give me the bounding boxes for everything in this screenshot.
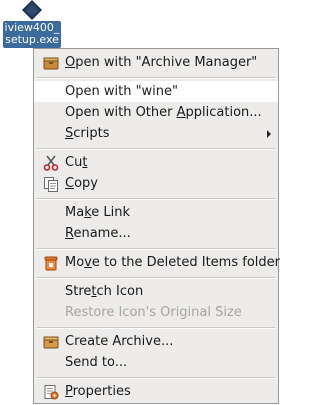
menu-item-label: Cut	[65, 155, 88, 170]
menu-item-rename[interactable]: Rename...	[34, 223, 278, 244]
menu-item-label: Stretch Icon	[65, 284, 144, 299]
menu-item-properties[interactable]: Properties	[34, 381, 278, 402]
menu-item-label: Move to the Deleted Items folder	[65, 255, 280, 270]
menu-item-move-to-deleted[interactable]: Move to the Deleted Items folder	[34, 252, 280, 273]
menu-item-label: Open with "Archive Manager"	[65, 55, 258, 70]
menu-item-label: Open with "wine"	[65, 84, 179, 99]
menu-separator	[37, 327, 275, 329]
menu-item-cut[interactable]: Cut	[34, 152, 278, 173]
menu-separator	[37, 248, 275, 250]
menu-item-label: Send to...	[65, 355, 128, 370]
properties-icon	[44, 385, 59, 400]
menu-item-scripts[interactable]: Scripts	[34, 123, 278, 144]
menu-item-restore-icon-size: Restore Icon's Original Size	[34, 302, 278, 323]
menu-item-make-link[interactable]: Make Link	[34, 202, 278, 223]
copy-icon	[44, 177, 58, 192]
diamond-file-icon	[22, 0, 42, 20]
menu-separator	[37, 377, 275, 379]
create-archive-icon	[43, 336, 59, 349]
menu-item-label: Restore Icon's Original Size	[65, 305, 242, 320]
desktop-file-name-line2: setup.exe	[5, 33, 59, 46]
menu-item-open-with-other[interactable]: Open with Other Application...	[34, 102, 278, 123]
menu-item-send-to[interactable]: Send to...	[34, 352, 278, 373]
menu-separator	[37, 277, 275, 279]
menu-item-create-archive[interactable]: Create Archive...	[34, 331, 278, 352]
desktop-file-label: iview400_ setup.exe	[3, 21, 61, 48]
menu-item-label: Open with Other Application...	[65, 105, 262, 120]
menu-item-label: Rename...	[65, 226, 131, 241]
menu-item-label: Scripts	[65, 126, 110, 141]
menu-separator	[37, 198, 275, 200]
menu-item-open-with-wine[interactable]: Open with "wine"	[34, 81, 278, 102]
menu-item-label: Make Link	[65, 205, 131, 220]
menu-item-copy[interactable]: Copy	[34, 173, 278, 194]
menu-item-stretch-icon[interactable]: Stretch Icon	[34, 281, 278, 302]
submenu-arrow-icon	[267, 130, 271, 138]
menu-item-label: Create Archive...	[65, 334, 174, 349]
menu-item-label: Properties	[65, 384, 131, 399]
desktop-file-icon[interactable]: iview400_ setup.exe	[0, 0, 64, 52]
menu-item-label: Copy	[65, 176, 98, 191]
menu-separator	[37, 148, 275, 150]
menu-item-open-archive-manager[interactable]: Open with "Archive Manager"	[34, 52, 278, 73]
archive-manager-icon	[43, 57, 59, 70]
context-menu: Open with "Archive Manager" Open with "w…	[33, 48, 280, 404]
scissors-icon	[43, 155, 59, 171]
menu-separator	[37, 77, 275, 79]
trash-icon	[44, 256, 58, 271]
